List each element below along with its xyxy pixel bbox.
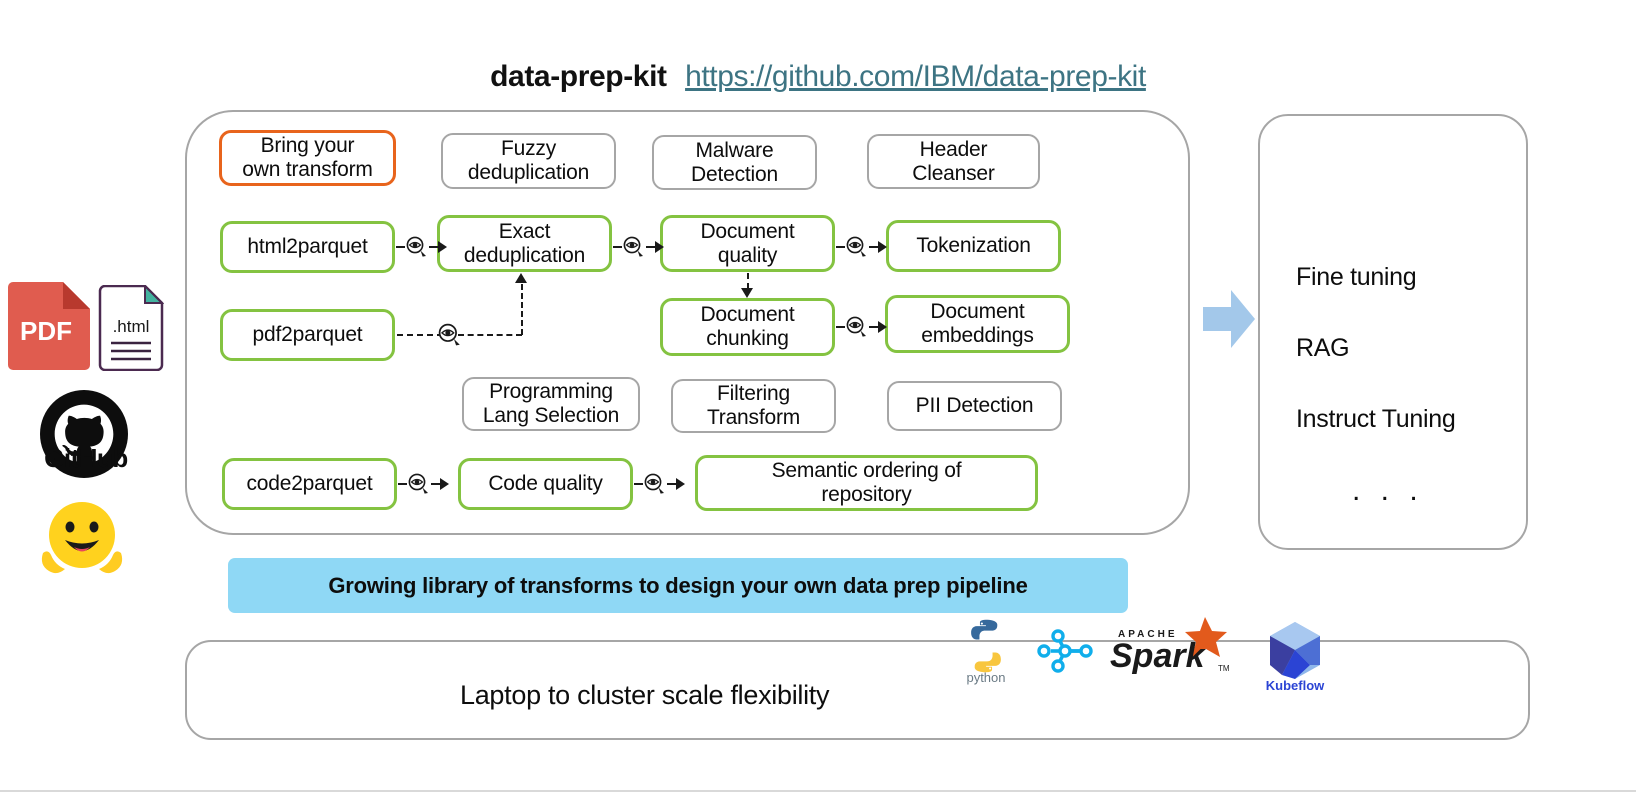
arrow-head-up bbox=[515, 273, 527, 283]
repo-link[interactable]: https://github.com/IBM/data-prep-kit bbox=[685, 60, 1146, 93]
transform-document-quality[interactable]: Document quality bbox=[660, 215, 835, 272]
transform-programming-lang-selection[interactable]: Programming Lang Selection bbox=[462, 377, 640, 431]
transform-header-cleanser[interactable]: Header Cleanser bbox=[867, 134, 1040, 189]
transform-fuzzy-deduplication[interactable]: Fuzzy deduplication bbox=[441, 133, 616, 189]
transform-label: Filtering Transform bbox=[706, 382, 801, 429]
transform-label: Programming Lang Selection bbox=[482, 380, 620, 427]
page-header: data-prep-kit https://github.com/IBM/dat… bbox=[0, 60, 1636, 94]
html-icon-text: .html bbox=[113, 317, 150, 336]
transform-document-embeddings[interactable]: Document embeddings bbox=[885, 295, 1070, 353]
transform-code2parquet[interactable]: code2parquet bbox=[222, 458, 397, 510]
transform-label: Document chunking bbox=[700, 303, 795, 350]
transform-semantic-ordering[interactable]: Semantic ordering of repository bbox=[695, 455, 1038, 511]
html-file-icon: .html bbox=[98, 283, 165, 376]
transform-label: pdf2parquet bbox=[252, 323, 363, 347]
transform-label: Document quality bbox=[700, 219, 795, 267]
transform-malware-detection[interactable]: Malware Detection bbox=[652, 135, 817, 190]
spark-wordmark: Spark bbox=[1110, 637, 1207, 675]
transform-label: html2parquet bbox=[247, 235, 368, 259]
transform-label: Fuzzy deduplication bbox=[467, 137, 590, 184]
outcome-rag: RAG bbox=[1296, 334, 1350, 362]
transform-label: code2parquet bbox=[246, 472, 373, 496]
transform-label: PII Detection bbox=[915, 394, 1034, 418]
transform-filtering-transform[interactable]: Filtering Transform bbox=[671, 379, 836, 433]
transform-bring-your-own-transform[interactable]: Bring your own transform bbox=[219, 130, 396, 186]
hugging-face-icon bbox=[37, 495, 127, 584]
transform-label: Semantic ordering of repository bbox=[771, 459, 962, 506]
svg-text:TM: TM bbox=[1218, 664, 1230, 673]
transform-label: Code quality bbox=[488, 472, 603, 496]
arrow-head-down bbox=[741, 288, 753, 298]
transform-exact-deduplication[interactable]: Exact deduplication bbox=[437, 215, 612, 272]
scale-panel-label: Laptop to cluster scale flexibility bbox=[460, 680, 830, 710]
spark-logo: APACHE Spark TM bbox=[1110, 615, 1242, 682]
transform-label: Bring your own transform bbox=[242, 134, 373, 181]
dashed-line-vertical-to-exact-dedup bbox=[521, 284, 523, 335]
growing-library-banner: Growing library of transforms to design … bbox=[228, 558, 1128, 613]
transform-label: Document embeddings bbox=[921, 300, 1034, 347]
transform-document-chunking[interactable]: Document chunking bbox=[660, 298, 835, 356]
dashed-line-vertical-quality-to-chunking bbox=[747, 273, 749, 289]
page-title: data-prep-kit bbox=[490, 60, 667, 93]
outcome-ellipsis: . . . bbox=[1352, 474, 1424, 507]
pdf-file-icon: PDF bbox=[8, 282, 90, 375]
python-logo-caption: python bbox=[966, 670, 1006, 685]
transform-label: Exact deduplication bbox=[463, 219, 586, 267]
outcome-fine-tuning: Fine tuning bbox=[1296, 263, 1417, 291]
flow-arrow-icon bbox=[1203, 290, 1255, 353]
pdf-icon-text: PDF bbox=[20, 316, 72, 346]
kubeflow-logo-caption: Kubeflow bbox=[1265, 678, 1325, 693]
outcomes-panel: Fine tuning RAG Instruct Tuning . . . bbox=[1258, 114, 1528, 550]
transform-label: Malware Detection bbox=[691, 138, 778, 186]
outcome-instruct-tuning: Instruct Tuning bbox=[1296, 405, 1456, 433]
transform-label: Header Cleanser bbox=[912, 137, 995, 185]
transform-label: Tokenization bbox=[916, 234, 1031, 258]
transform-html2parquet[interactable]: html2parquet bbox=[220, 221, 395, 273]
transform-code-quality[interactable]: Code quality bbox=[458, 458, 633, 510]
transform-pii-detection[interactable]: PII Detection bbox=[887, 381, 1062, 431]
kubeflow-logo: Kubeflow bbox=[1264, 620, 1326, 693]
python-logo: python bbox=[958, 618, 1014, 685]
github-label: GitHub bbox=[44, 443, 128, 473]
transform-pdf2parquet[interactable]: pdf2parquet bbox=[220, 309, 395, 361]
dashed-line-pdf2parquet-2 bbox=[458, 334, 522, 336]
growing-library-banner-text: Growing library of transforms to design … bbox=[328, 572, 1028, 598]
ray-logo bbox=[1036, 628, 1094, 679]
transform-tokenization[interactable]: Tokenization bbox=[886, 220, 1061, 272]
